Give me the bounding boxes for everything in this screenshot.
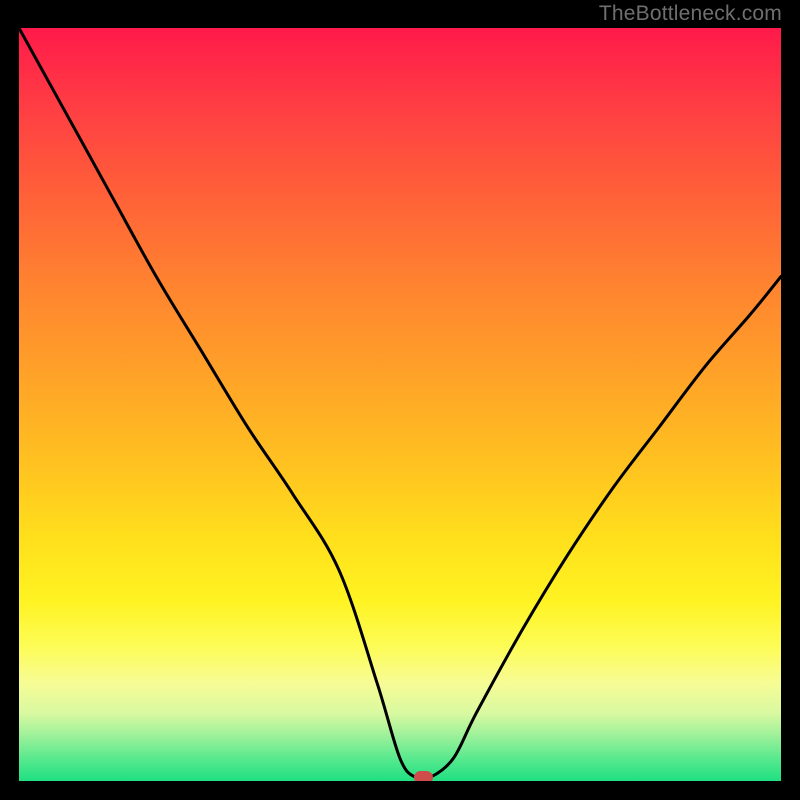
watermark-text: TheBottleneck.com (599, 2, 782, 26)
chart-frame: TheBottleneck.com (0, 0, 800, 800)
bottleneck-curve (19, 28, 781, 780)
plot-area (19, 28, 781, 781)
curve-svg (19, 28, 781, 781)
minimum-marker (414, 771, 433, 781)
